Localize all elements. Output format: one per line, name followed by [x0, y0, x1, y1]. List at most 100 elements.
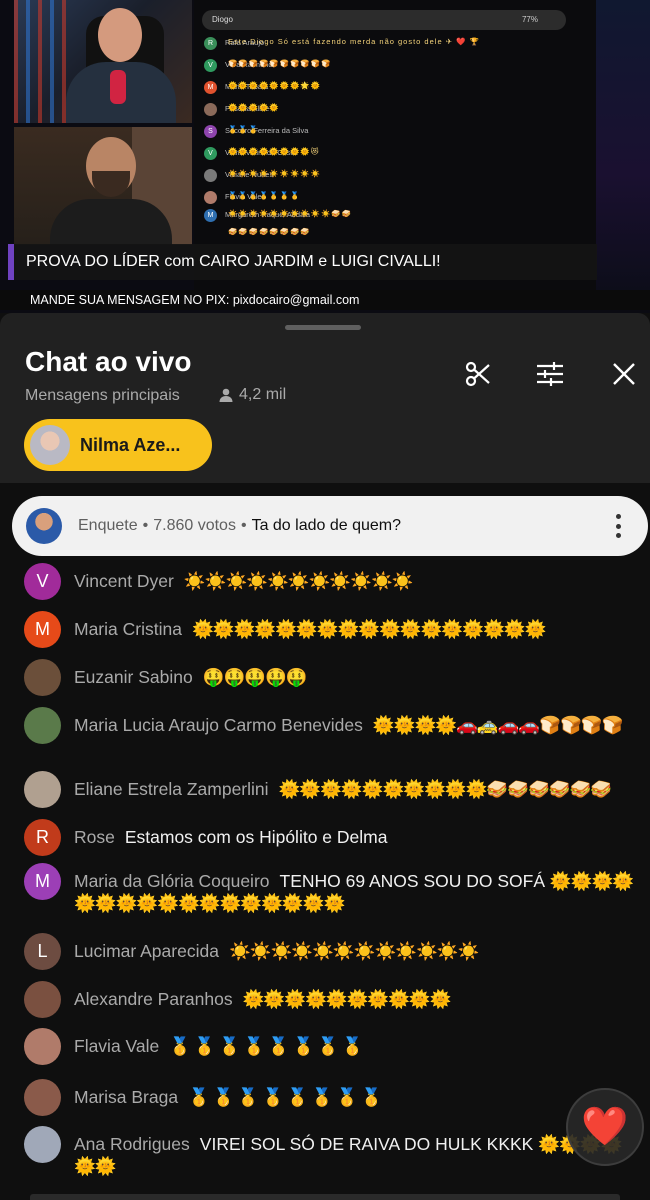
- chat-message-body: Lucimar Aparecida ☀️☀️☀️☀️☀️☀️☀️☀️☀️☀️☀️☀…: [74, 940, 634, 962]
- chat-message-body: Marisa Braga 🥇 🥇 🥇 🥇 🥇 🥇 🥇 🥇: [74, 1086, 634, 1108]
- chat-author[interactable]: Vincent Dyer: [74, 571, 174, 591]
- avatar[interactable]: [24, 707, 61, 744]
- chat-author[interactable]: Marisa Braga: [74, 1087, 178, 1107]
- stream-chat-message: ☀️☀️☀️☀️☀️☀️☀️☀️☀️☀️🥪🥪: [228, 209, 353, 218]
- avatar: S: [204, 125, 217, 138]
- poll-banner[interactable]: Enquete • 7.860 votos • Ta do lado de qu…: [12, 496, 648, 556]
- avatar: V: [204, 59, 217, 72]
- stream-chat-message: 🌞🌞🌞🌞🌞🌞🌞🌟🌞: [228, 81, 322, 90]
- avatar[interactable]: [24, 1028, 61, 1065]
- stream-chat-row: R Rafa Araujo Este Diogo Só está fazendo m…: [204, 37, 584, 55]
- stream-chat-row: V Vera Raimundo 🍞🍞🍞🍞🍞🍞🍞🍞🍞🍞: [204, 59, 584, 77]
- chat-message-body: Eliane Estrela Zamperlini 🌞🌞🌞🌞🌞🌞🌞🌞🌞🌞🥪🥪🥪🥪🥪…: [74, 778, 634, 800]
- avatar[interactable]: R: [24, 819, 61, 856]
- chat-emoji: 🌞🌞🌞🌞🌞🌞🌞🌞🌞🌞🥪🥪🥪🥪🥪🥪: [278, 779, 613, 799]
- chat-emoji: 🥇 🥇 🥇 🥇 🥇 🥇 🥇 🥇: [169, 1036, 363, 1056]
- chat-author[interactable]: Eliane Estrela Zamperlini: [74, 779, 269, 799]
- video-background: [596, 0, 650, 290]
- stream-chat-row: Flavia Vale 🥇🥇🥇🥇🥇🥇🥇: [204, 191, 584, 209]
- more-options-icon[interactable]: [616, 514, 622, 538]
- chat-title: Chat ao vivo: [25, 346, 192, 377]
- chat-message-body: Ana Rodrigues VIREI SOL SÓ DE RAIVA DO HU…: [74, 1133, 634, 1177]
- chat-emoji: 🤑🤑🤑🤑🤑: [202, 667, 308, 687]
- chat-message-body: Rose Estamos com os Hipólito e Delma: [74, 826, 634, 848]
- person-icon: [219, 388, 233, 402]
- chat-text: Estamos com os Hipólito e Delma: [124, 827, 388, 847]
- chat-emoji: 🌞🌞🌞🌞🌞🌞🌞🌞🌞🌞: [242, 989, 452, 1009]
- avatar[interactable]: [24, 1126, 61, 1163]
- poll-label: Enquete: [78, 517, 138, 534]
- chat-message-body: Alexandre Paranhos 🌞🌞🌞🌞🌞🌞🌞🌞🌞🌞: [74, 988, 634, 1010]
- scissors-button[interactable]: [460, 356, 496, 392]
- avatar[interactable]: V: [24, 563, 61, 600]
- chat-author[interactable]: Rose: [74, 827, 115, 847]
- tune-icon: [537, 362, 563, 386]
- avatar[interactable]: [24, 1079, 61, 1116]
- chat-author[interactable]: Ana Rodrigues: [74, 1134, 190, 1154]
- poll-question: Ta do lado de quem?: [251, 517, 402, 534]
- stream-chat-row: Priscilla Aline 🌞🌞🌞🌞🌞: [204, 103, 584, 121]
- pinned-supporter-chip[interactable]: Nilma Aze...: [24, 419, 212, 471]
- heart-icon: ❤️: [581, 1106, 629, 1148]
- avatar[interactable]: [24, 771, 61, 808]
- chat-filter-label[interactable]: Mensagens principais: [25, 387, 180, 405]
- avatar: [204, 103, 217, 116]
- viewer-count: 4,2 mil: [218, 386, 286, 404]
- chat-author[interactable]: Euzanir Sabino: [74, 667, 193, 687]
- stream-chat-message: 🥇🥇🥇: [228, 125, 260, 134]
- chat-message-body: Maria Lucia Araujo Carmo Benevides 🌞🌞🌞🌞🚗🚕…: [74, 714, 634, 736]
- stream-chat-message: 🥇🥇🥇🥇🥇🥇🥇: [228, 191, 301, 200]
- chat-author[interactable]: Maria Cristina: [74, 619, 182, 639]
- stream-banner: PROVA DO LÍDER com CAIRO JARDIM e LUIGI …: [8, 244, 597, 280]
- avatar[interactable]: L: [24, 933, 61, 970]
- avatar[interactable]: [24, 659, 61, 696]
- poll-votes: 7.860 votos: [153, 517, 236, 534]
- close-button[interactable]: [606, 356, 642, 392]
- stream-chat-row: S Socorro Ferreira da Silva 🥇🥇🥇: [204, 125, 584, 143]
- avatar: [204, 191, 217, 204]
- chat-emoji: 🌞🌞🌞🌞🚗🚕🚗🚗🍞🍞🍞🍞: [372, 715, 623, 735]
- stream-chat-row: M Margareth Raquel Abdala ☀️☀️☀️☀️☀️☀️☀️☀️…: [204, 209, 584, 227]
- input-bar[interactable]: [30, 1194, 620, 1200]
- avatar[interactable]: [24, 981, 61, 1018]
- chat-author[interactable]: Flavia Vale: [74, 1036, 159, 1056]
- close-icon: [613, 363, 635, 385]
- avatar: [26, 508, 62, 544]
- avatar: R: [204, 37, 217, 50]
- video-player[interactable]: Diogo 77% R Rafa Araujo Este Diogo Só está…: [0, 0, 650, 313]
- chat-message-body: Euzanir Sabino 🤑🤑🤑🤑🤑: [74, 666, 634, 688]
- chat-message-body: Vincent Dyer ☀️☀️☀️☀️☀️☀️☀️☀️☀️☀️☀️: [74, 570, 634, 592]
- stream-chat-message: Este Diogo Só está fazendo merda não gos…: [228, 37, 480, 46]
- webcam-host-2: [14, 127, 192, 245]
- scissors-icon: [465, 361, 490, 387]
- chat-emoji: 🥇 🥇 🥇 🥇 🥇 🥇 🥇 🥇: [188, 1087, 382, 1107]
- stream-chat-row: 🥪🥪🥪🥪🥪🥪🥪🥪: [204, 227, 584, 245]
- chat-author[interactable]: Maria Lucia Araujo Carmo Benevides: [74, 715, 363, 735]
- stream-chat-row: M Maria Tabata 🌞🌞🌞🌞🌞🌞🌞🌟🌞: [204, 81, 584, 99]
- avatar[interactable]: M: [24, 611, 61, 648]
- stream-chat-message: 🥪🥪🥪🥪🥪🥪🥪🥪: [228, 227, 311, 236]
- stream-chat-row: V Vilma Vieira da Costa 🌞🌞🌞🌞🌞🌞🌞🌞😻: [204, 147, 584, 165]
- stream-chat-title: Diogo 77%: [202, 10, 566, 30]
- avatar[interactable]: M: [24, 863, 61, 900]
- chat-emoji: ☀️☀️☀️☀️☀️☀️☀️☀️☀️☀️☀️☀️: [228, 941, 479, 961]
- chat-author[interactable]: Lucimar Aparecida: [74, 941, 219, 961]
- stream-chat-row: Viviane Nunes ☀️☀️☀️☀️☀️☀️☀️☀️☀️: [204, 169, 584, 187]
- chat-message-body: Maria da Glória Coqueiro TENHO 69 ANOS SO…: [74, 870, 634, 914]
- drag-handle[interactable]: [285, 325, 361, 330]
- stream-chat-message: ☀️☀️☀️☀️☀️☀️☀️☀️☀️: [228, 169, 322, 178]
- stream-chat-message: 🌞🌞🌞🌞🌞🌞🌞🌞😻: [228, 147, 320, 156]
- live-chat-panel: Chat ao vivo Mensagens principais 4,2 mi…: [0, 313, 650, 1200]
- chat-author[interactable]: Maria da Glória Coqueiro: [74, 871, 270, 891]
- chat-author[interactable]: Alexandre Paranhos: [74, 989, 233, 1009]
- avatar: M: [204, 209, 217, 222]
- heart-reaction-button[interactable]: ❤️: [566, 1088, 644, 1166]
- avatar: M: [204, 81, 217, 94]
- chat-message-body: Flavia Vale 🥇 🥇 🥇 🥇 🥇 🥇 🥇 🥇: [74, 1035, 634, 1057]
- chat-message-body: Maria Cristina 🌞🌞🌞🌞🌞🌞🌞🌞🌞🌞🌞🌞🌞🌞🌞🌞🌞: [74, 618, 634, 640]
- stream-chat-message: 🌞🌞🌞🌞🌞: [228, 103, 280, 112]
- avatar: [30, 425, 70, 465]
- tune-button[interactable]: [532, 356, 568, 392]
- webcam-host-1: [14, 0, 192, 123]
- message-list[interactable]: Enquete • 7.860 votos • Ta do lado de qu…: [0, 483, 650, 1200]
